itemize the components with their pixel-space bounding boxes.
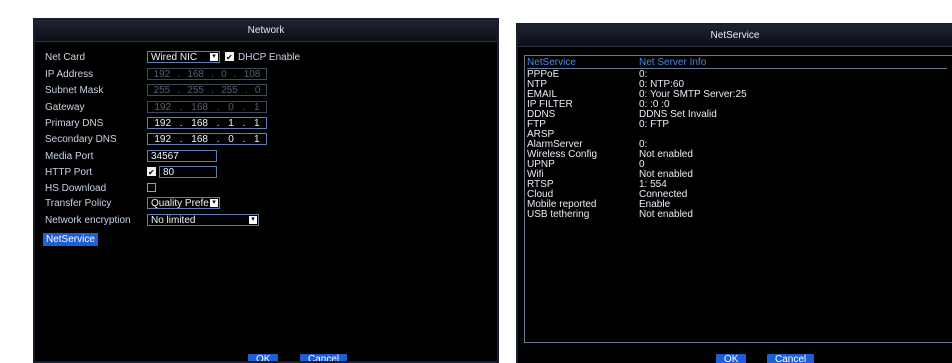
subnet-mask-field[interactable]: 255. 255. 255. 0 xyxy=(147,84,267,96)
service-info: Not enabled xyxy=(639,209,693,220)
header-netservice: NetService xyxy=(527,57,576,68)
network-title: Network xyxy=(35,20,497,42)
netservice-ok-button[interactable]: OK xyxy=(716,354,747,363)
netservice-list[interactable]: NetService Net Server Info PPPoE 0: NTP 0: … xyxy=(524,55,952,343)
network-encryption-label: Network encryption xyxy=(45,215,131,226)
dhcp-label: DHCP Enable xyxy=(238,52,301,63)
net-card-value: Wired NIC xyxy=(151,52,198,63)
service-info: Not enabled xyxy=(639,149,693,160)
http-port-checkbox[interactable] xyxy=(147,166,156,179)
service-name: USB tethering xyxy=(527,209,590,220)
service-info: 0: FTP xyxy=(639,119,670,130)
net-card-select[interactable]: Wired NIC ▾ xyxy=(147,51,220,63)
transfer-policy-select[interactable]: Quality Prefe ▾ xyxy=(147,197,220,209)
ip-address-label: IP Address xyxy=(45,69,94,80)
net-card-label: Net Card xyxy=(45,52,86,63)
netservice-button[interactable]: NetService xyxy=(43,233,98,246)
ip-address-field[interactable]: 192. 168. 0. 108 xyxy=(147,68,267,80)
netservice-title: NetService xyxy=(518,25,952,47)
header-net-server-info: Net Server Info xyxy=(639,57,707,68)
dhcp-checkbox[interactable] xyxy=(225,51,234,64)
cancel-button[interactable]: Cancel xyxy=(300,354,348,361)
gateway-field[interactable]: 192. 168. 0. 1 xyxy=(147,101,267,113)
header-divider xyxy=(527,68,947,69)
primary-dns-field[interactable]: 192. 168. 1. 1 xyxy=(147,117,267,129)
http-port-field[interactable]: 80 xyxy=(159,166,217,178)
transfer-policy-value: Quality Prefe xyxy=(151,198,209,209)
http-port-label: HTTP Port xyxy=(45,167,93,178)
network-encryption-select[interactable]: No limited ▾ xyxy=(147,214,259,226)
netservice-dialog: NetService NetService Net Server Info PP… xyxy=(516,23,952,363)
transfer-policy-label: Transfer Policy xyxy=(45,198,112,209)
chevron-down-icon: ▾ xyxy=(249,216,257,224)
hs-download-label: HS Download xyxy=(45,183,107,194)
gateway-label: Gateway xyxy=(45,102,85,113)
ok-button[interactable]: OK xyxy=(248,354,279,361)
netservice-cancel-button[interactable]: Cancel xyxy=(767,354,815,363)
secondary-dns-label: Secondary DNS xyxy=(45,134,117,145)
secondary-dns-field[interactable]: 192. 168. 0. 1 xyxy=(147,133,267,145)
primary-dns-label: Primary DNS xyxy=(45,118,104,129)
subnet-mask-label: Subnet Mask xyxy=(45,85,104,96)
network-encryption-value: No limited xyxy=(151,215,196,226)
media-port-field[interactable]: 34567 xyxy=(147,150,217,162)
media-port-label: Media Port xyxy=(45,151,94,162)
chevron-down-icon: ▾ xyxy=(210,199,218,207)
hs-download-checkbox[interactable] xyxy=(147,183,156,192)
network-dialog: Network Net Card Wired NIC ▾ DHCP Enable… xyxy=(33,18,499,363)
chevron-down-icon: ▾ xyxy=(210,53,218,61)
